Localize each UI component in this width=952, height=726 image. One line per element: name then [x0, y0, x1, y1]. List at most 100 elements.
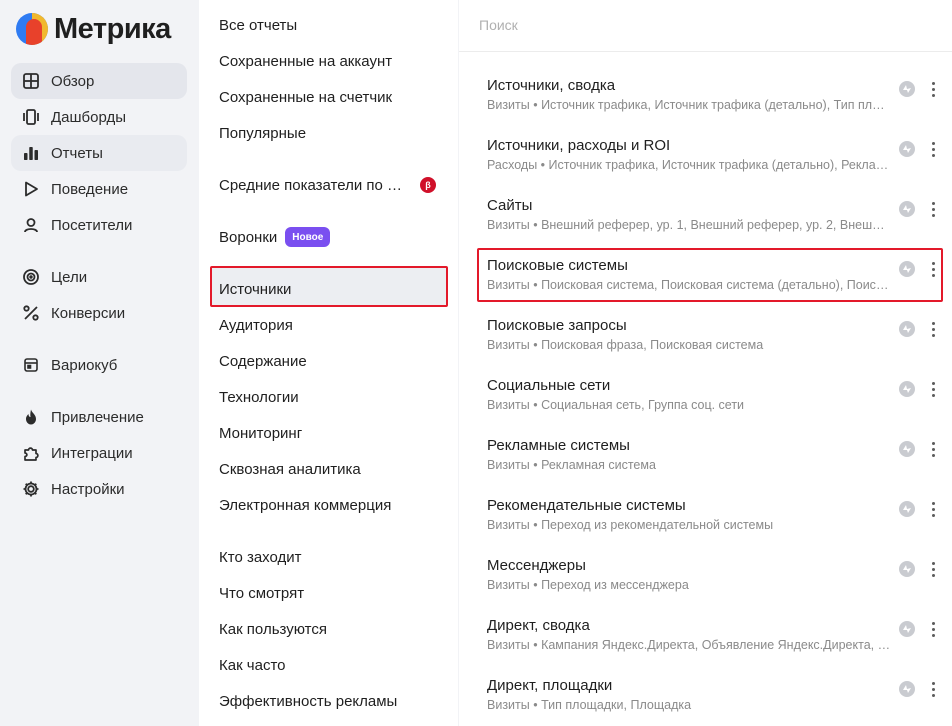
report-badge-icon[interactable] — [899, 681, 915, 697]
nav-item-label: Конверсии — [51, 304, 126, 322]
nav-item-goals[interactable]: Цели — [11, 259, 187, 295]
more-options-icon[interactable] — [925, 377, 941, 401]
report-item[interactable]: Социальные сети Визиты • Социальная сеть… — [487, 377, 947, 429]
nav-item-reports[interactable]: Отчеты — [11, 135, 187, 171]
category-saved-account[interactable]: Сохраненные на аккаунт — [219, 43, 447, 79]
report-subtitle: Визиты • Источник трафика, Источник траф… — [487, 98, 891, 112]
more-options-icon[interactable] — [925, 437, 941, 461]
report-badge-icon[interactable] — [899, 441, 915, 457]
report-item[interactable]: Рекомендательные системы Визиты • Перехо… — [487, 497, 947, 549]
report-item[interactable]: Поисковые запросы Визиты • Поисковая фра… — [487, 317, 947, 369]
category-how-they-use[interactable]: Как пользуются — [219, 611, 447, 647]
more-options-icon[interactable] — [925, 197, 941, 221]
person-icon — [11, 216, 51, 234]
nav-item-settings[interactable]: Настройки — [11, 471, 187, 507]
category-all-reports[interactable]: Все отчеты — [219, 7, 447, 43]
dashboards-icon — [11, 108, 51, 126]
more-options-icon[interactable] — [925, 677, 941, 701]
nav-item-conversions[interactable]: Конверсии — [11, 295, 187, 331]
report-subtitle: Визиты • Переход из мессенджера — [487, 578, 689, 592]
category-label: Мониторинг — [219, 424, 303, 442]
report-item[interactable]: Сайты Визиты • Внешний реферер, ур. 1, В… — [487, 197, 947, 249]
report-subtitle: Визиты • Кампания Яндекс.Директа, Объявл… — [487, 638, 891, 652]
report-item[interactable]: Директ, площадки Визиты • Тип площадки, … — [487, 677, 947, 726]
flame-icon — [11, 408, 51, 426]
nav-item-variocube[interactable]: Вариокуб — [11, 347, 187, 383]
report-badge-icon[interactable] — [899, 561, 915, 577]
more-options-icon[interactable] — [925, 617, 941, 641]
category-ad-efficiency[interactable]: Эффективность рекламы — [219, 683, 447, 719]
puzzle-icon — [11, 444, 51, 462]
nav-item-label: Цели — [51, 268, 88, 286]
nav-item-acquisition[interactable]: Привлечение — [11, 399, 187, 435]
metrika-logo-icon — [16, 13, 48, 45]
report-subtitle: Визиты • Переход из рекомендательной сис… — [487, 518, 774, 532]
nav-item-label: Поведение — [51, 180, 129, 198]
category-label: Популярные — [219, 124, 307, 142]
category-label: Средние показатели по рынку — [219, 176, 406, 194]
metrika-logo[interactable]: Метрика — [16, 12, 171, 46]
category-content[interactable]: Содержание — [219, 343, 447, 379]
category-funnels[interactable]: Воронки Новое — [219, 219, 447, 255]
report-item[interactable]: Источники, сводка Визиты • Источник траф… — [487, 77, 947, 129]
more-options-icon[interactable] — [925, 497, 941, 521]
more-options-icon[interactable] — [925, 137, 941, 161]
report-badge-icon[interactable] — [899, 381, 915, 397]
category-popular[interactable]: Популярные — [219, 115, 447, 151]
category-technologies[interactable]: Технологии — [219, 379, 447, 415]
category-label: Сквозная аналитика — [219, 460, 361, 478]
nav-item-label: Интеграции — [51, 444, 133, 462]
variocube-icon — [11, 356, 51, 374]
nav-item-overview[interactable]: Обзор — [11, 63, 187, 99]
new-badge: Новое — [285, 227, 331, 247]
category-who-visits[interactable]: Кто заходит — [219, 539, 447, 575]
category-monitoring[interactable]: Мониторинг — [219, 415, 447, 451]
search-input[interactable] — [479, 10, 919, 40]
report-title: Поисковые запросы — [487, 317, 627, 334]
target-icon — [11, 268, 51, 286]
category-market-averages[interactable]: Средние показатели по рынку β — [219, 167, 447, 203]
category-saved-counter[interactable]: Сохраненные на счетчик — [219, 79, 447, 115]
category-label: Кто заходит — [219, 548, 302, 566]
report-item[interactable]: Мессенджеры Визиты • Переход из мессендж… — [487, 557, 947, 609]
report-title: Сайты — [487, 197, 533, 214]
selected-report-highlight — [477, 248, 943, 302]
report-title: Мессенджеры — [487, 557, 586, 574]
nav-item-dashboards[interactable]: Дашборды — [11, 99, 187, 135]
category-audience[interactable]: Аудитория — [219, 307, 447, 343]
report-title: Рекомендательные системы — [487, 497, 686, 514]
category-end-to-end-analytics[interactable]: Сквозная аналитика — [219, 451, 447, 487]
category-what-they-view[interactable]: Что смотрят — [219, 575, 447, 611]
more-options-icon[interactable] — [925, 557, 941, 581]
report-badge-icon[interactable] — [899, 321, 915, 337]
report-badge-icon[interactable] — [899, 81, 915, 97]
category-label: Что смотрят — [219, 584, 305, 602]
nav-item-behavior[interactable]: Поведение — [11, 171, 187, 207]
main-sidebar: Метрика Обзор Дашборды Отчеты Поведение … — [0, 0, 199, 726]
play-icon — [11, 180, 51, 198]
category-ecommerce[interactable]: Электронная коммерция — [219, 487, 447, 523]
report-title: Источники, сводка — [487, 77, 616, 94]
more-options-icon[interactable] — [925, 77, 941, 101]
report-title: Источники, расходы и ROI — [487, 137, 671, 154]
search-bar — [459, 0, 952, 52]
category-sources[interactable]: Источники — [219, 271, 447, 307]
report-item[interactable]: Директ, сводка Визиты • Кампания Яндекс.… — [487, 617, 947, 669]
report-subtitle: Визиты • Поисковая фраза, Поисковая сист… — [487, 338, 764, 352]
nav-item-visitors[interactable]: Посетители — [11, 207, 187, 243]
category-label: Сохраненные на аккаунт — [219, 52, 393, 70]
nav-item-label: Дашборды — [51, 108, 126, 126]
nav-item-label: Настройки — [51, 480, 125, 498]
report-badge-icon[interactable] — [899, 201, 915, 217]
report-item[interactable]: Рекламные системы Визиты • Рекламная сис… — [487, 437, 947, 489]
nav-item-integrations[interactable]: Интеграции — [11, 435, 187, 471]
report-badge-icon[interactable] — [899, 141, 915, 157]
report-item[interactable]: Источники, расходы и ROI Расходы • Источ… — [487, 137, 947, 189]
beta-badge: β — [420, 177, 436, 193]
category-label: Аудитория — [219, 316, 293, 334]
category-label: Воронки — [219, 228, 278, 246]
category-how-often[interactable]: Как часто — [219, 647, 447, 683]
report-badge-icon[interactable] — [899, 501, 915, 517]
report-badge-icon[interactable] — [899, 621, 915, 637]
more-options-icon[interactable] — [925, 317, 941, 341]
